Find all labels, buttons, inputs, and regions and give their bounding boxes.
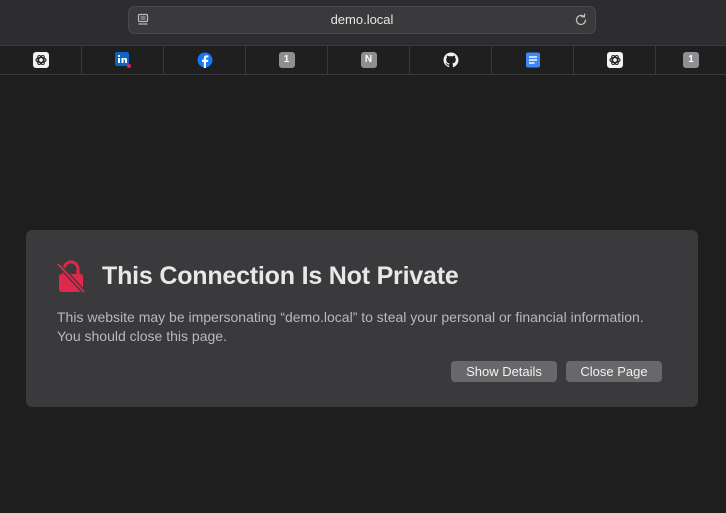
browser-toolbar: demo.local (0, 0, 726, 46)
github-icon (443, 52, 459, 68)
show-details-button[interactable]: Show Details (451, 361, 557, 382)
openai-icon (606, 52, 623, 68)
warning-card: This Connection Is Not Private This webs… (26, 230, 698, 407)
docs-icon (525, 52, 540, 68)
facebook-icon (197, 52, 212, 68)
reload-icon[interactable] (573, 12, 589, 28)
favorite-github[interactable] (410, 46, 492, 74)
warning-message: This website may be impersonating “demo.… (57, 309, 644, 344)
notion-icon: N (360, 52, 377, 68)
favorite-notion[interactable]: N (328, 46, 410, 74)
badge-icon: 1 (278, 52, 295, 68)
favorite-chatgpt[interactable] (0, 46, 82, 74)
favorite-chatgpt-2[interactable] (574, 46, 656, 74)
address-bar[interactable]: demo.local (128, 6, 596, 34)
linkedin-icon (114, 52, 131, 68)
favorite-linkedin[interactable] (82, 46, 164, 74)
favorite-facebook[interactable] (164, 46, 246, 74)
close-page-button[interactable]: Close Page (566, 361, 662, 382)
openai-icon (32, 52, 49, 68)
favorite-badge-1-2[interactable]: 1 (656, 46, 726, 74)
badge-icon: 1 (683, 52, 699, 68)
url-text[interactable]: demo.local (129, 7, 595, 33)
broken-lock-icon (56, 260, 86, 294)
favorite-google-docs[interactable] (492, 46, 574, 74)
favorite-badge-1[interactable]: 1 (246, 46, 328, 74)
page-content: This Connection Is Not Private This webs… (0, 75, 726, 513)
favorites-bar: 1 N 1 (0, 46, 726, 75)
warning-title: This Connection Is Not Private (102, 262, 459, 290)
